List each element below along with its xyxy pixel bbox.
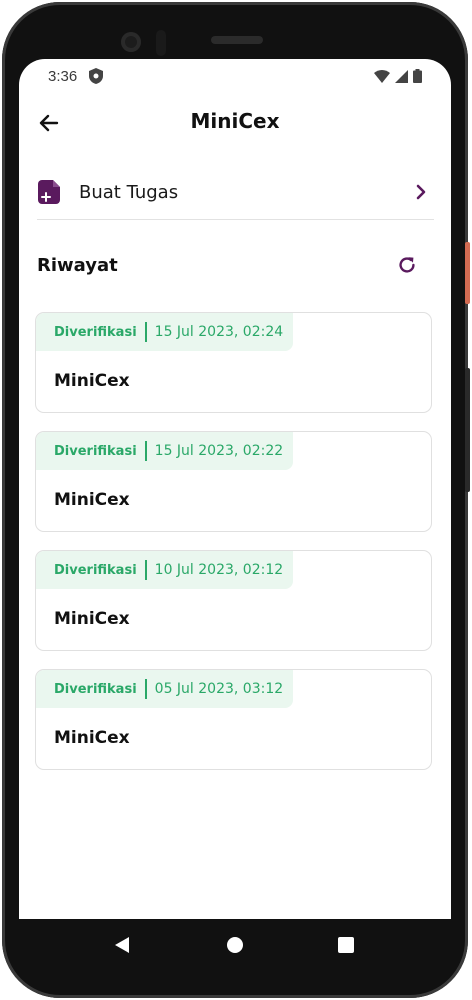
wifi-icon xyxy=(374,69,390,83)
status-label: Diverifikasi xyxy=(54,562,137,578)
history-datetime: 15 Jul 2023, 02:24 xyxy=(154,324,284,340)
history-name: MiniCex xyxy=(54,728,130,748)
page-title: MiniCex xyxy=(190,109,280,133)
app-bar: MiniCex xyxy=(19,103,451,143)
front-sensor xyxy=(156,30,166,56)
history-card[interactable]: Diverifikasi 05 Jul 2023, 03:12 MiniCex xyxy=(35,669,432,770)
app-screen: 3:36 MiniCex Buat Tugas Riwayat Diverifi… xyxy=(19,59,451,919)
power-button[interactable] xyxy=(465,242,470,304)
history-card[interactable]: Diverifikasi 15 Jul 2023, 02:24 MiniCex xyxy=(35,312,432,413)
history-card[interactable]: Diverifikasi 15 Jul 2023, 02:22 MiniCex xyxy=(35,431,432,532)
create-task-label: Buat Tugas xyxy=(79,181,179,203)
refresh-icon[interactable] xyxy=(396,254,418,276)
front-camera xyxy=(121,32,141,52)
nav-recents-icon[interactable] xyxy=(338,937,354,953)
history-datetime: 10 Jul 2023, 02:12 xyxy=(154,562,284,578)
badge-separator xyxy=(144,560,147,580)
status-bar: 3:36 xyxy=(19,59,451,93)
status-time: 3:36 xyxy=(48,67,78,85)
history-datetime: 05 Jul 2023, 03:12 xyxy=(154,681,284,697)
status-label: Diverifikasi xyxy=(54,443,137,459)
badge-separator xyxy=(144,679,147,699)
document-plus-icon xyxy=(38,180,60,204)
shield-icon xyxy=(89,68,104,84)
history-name: MiniCex xyxy=(54,371,130,391)
badge-separator xyxy=(144,441,147,461)
nav-back-icon[interactable] xyxy=(115,937,129,953)
status-badge: Diverifikasi 15 Jul 2023, 02:24 xyxy=(36,313,293,351)
history-name: MiniCex xyxy=(54,490,130,510)
volume-button[interactable] xyxy=(465,368,470,492)
history-datetime: 15 Jul 2023, 02:22 xyxy=(154,443,284,459)
section-divider xyxy=(37,219,434,220)
battery-icon xyxy=(413,69,422,83)
create-task-button[interactable]: Buat Tugas xyxy=(37,167,435,217)
signal-icon xyxy=(395,69,408,83)
status-badge: Diverifikasi 05 Jul 2023, 03:12 xyxy=(36,670,293,708)
history-heading: Riwayat xyxy=(37,255,118,276)
system-nav-bar xyxy=(19,919,451,971)
chevron-right-icon xyxy=(416,184,426,200)
status-label: Diverifikasi xyxy=(54,324,137,340)
status-badge: Diverifikasi 15 Jul 2023, 02:22 xyxy=(36,432,293,470)
earpiece-speaker xyxy=(211,36,263,44)
history-name: MiniCex xyxy=(54,609,130,629)
status-label: Diverifikasi xyxy=(54,681,137,697)
badge-separator xyxy=(144,322,147,342)
status-badge: Diverifikasi 10 Jul 2023, 02:12 xyxy=(36,551,293,589)
history-card[interactable]: Diverifikasi 10 Jul 2023, 02:12 MiniCex xyxy=(35,550,432,651)
nav-home-icon[interactable] xyxy=(227,937,243,953)
